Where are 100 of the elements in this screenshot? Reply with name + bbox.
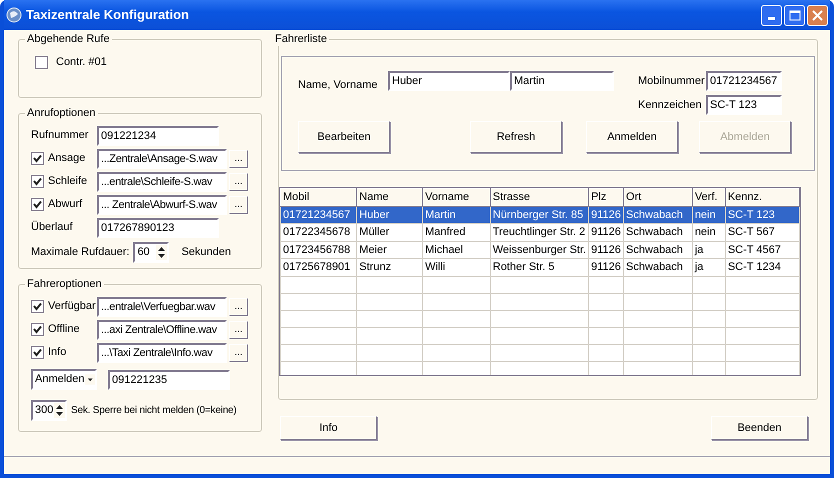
field-label: Überlauf	[31, 220, 74, 236]
table-cell: ja	[692, 241, 726, 258]
column-header[interactable]: Strasse	[490, 188, 589, 206]
table-cell: 91126	[588, 224, 624, 241]
table-cell: 91126	[588, 241, 624, 258]
caret-icon	[84, 372, 95, 387]
maximize-button[interactable]	[784, 4, 805, 26]
file-path-field[interactable]: ...entrale\Verfuegbar.wav	[97, 296, 227, 316]
checkbox[interactable]	[31, 198, 44, 211]
checkbox[interactable]	[31, 346, 44, 359]
input-field[interactable]: 091221234	[97, 126, 219, 146]
table-cell: 01721234567	[280, 206, 357, 224]
checkbox[interactable]	[31, 323, 44, 336]
table-cell: Schwabach	[624, 224, 692, 241]
field-label: Sek. Sperre bei nicht melden (0=keine)	[71, 404, 237, 418]
spin-field[interactable]: 300	[31, 400, 67, 421]
checkbox-label: Info	[48, 345, 66, 360]
footer-button[interactable]: Info	[280, 416, 377, 440]
check-icon	[33, 177, 42, 186]
checkbox[interactable]	[31, 300, 44, 313]
spin-field[interactable]: 60	[133, 242, 170, 263]
spin-arrows-icon	[54, 403, 65, 418]
checkbox-label: Verfügbar	[48, 299, 96, 314]
table-cell: 01723456788	[280, 241, 357, 258]
minimize-icon	[768, 17, 775, 20]
input-field[interactable]: SC-T 123	[706, 95, 782, 115]
checkbox[interactable]	[31, 152, 44, 165]
check-icon	[33, 302, 42, 311]
browse-button[interactable]: ...	[229, 344, 248, 362]
table-cell: Weissenburger Str.	[490, 241, 589, 258]
action-button[interactable]: Bearbeiten	[298, 121, 390, 153]
spin-arrows-icon	[156, 245, 168, 260]
column-header[interactable]: Mobil	[280, 188, 357, 206]
table-cell: 91126	[588, 206, 624, 224]
table-cell: Schwabach	[624, 241, 692, 258]
table-cell: Schwabach	[624, 258, 692, 276]
close-icon	[812, 10, 823, 20]
input-field[interactable]: 091221235	[108, 370, 230, 390]
column-header[interactable]: Ort	[624, 188, 692, 206]
close-button[interactable]	[807, 4, 828, 26]
table-row[interactable]: 01725678901 Strunz Willi Rother Str. 5 91126 Schwabach ja SC-T 1234	[280, 258, 800, 276]
column-header[interactable]: Name	[356, 188, 423, 206]
file-path-field[interactable]: ...axi Zentrale\Offline.wav	[97, 320, 227, 340]
file-path-field[interactable]: ...Zentrale\Ansage-S.wav	[97, 148, 227, 168]
table-cell: Meier	[356, 241, 423, 258]
file-path-field[interactable]: ... Zentrale\Abwurf-S.wav	[97, 194, 227, 214]
table-cell: Rother Str. 5	[490, 258, 589, 276]
browse-button[interactable]: ...	[229, 320, 248, 338]
field-label: Rufnummer	[31, 128, 90, 144]
checkbox-label: Schleife	[48, 174, 88, 190]
table-cell: Strunz	[356, 258, 423, 276]
input-field[interactable]: Huber	[388, 71, 510, 91]
table-cell: Müller	[356, 224, 423, 241]
browse-button[interactable]: ...	[229, 150, 248, 168]
unit-label: Sekunden	[181, 245, 231, 260]
column-header[interactable]: Kennz.	[725, 188, 800, 206]
browse-button[interactable]: ...	[229, 298, 248, 316]
check-icon	[33, 200, 42, 209]
table-cell: 01725678901	[280, 258, 357, 276]
table-cell: Martin	[422, 206, 490, 224]
window-title: Taxizentrale Konfiguration	[26, 6, 190, 24]
field-label: Name, Vorname	[298, 78, 378, 93]
checkbox-label: Contr. #01	[56, 55, 107, 70]
action-button[interactable]: Refresh	[470, 121, 562, 153]
column-header[interactable]: Plz	[588, 188, 624, 206]
table-cell: Huber	[356, 206, 423, 224]
column-header[interactable]: Vorname	[422, 188, 490, 206]
group-title: Anrufoptionen	[26, 107, 96, 120]
dropdown[interactable]: Anmelden	[31, 369, 97, 390]
input-field[interactable]: 01721234567	[706, 71, 782, 91]
table-cell: Treuchtlinger Str. 2	[490, 224, 589, 241]
table-cell: SC-T 123	[725, 206, 800, 224]
footer-button[interactable]: Beenden	[711, 416, 808, 440]
check-icon	[33, 325, 42, 334]
group-title: Fahrerliste	[274, 33, 328, 46]
checkbox[interactable]	[31, 175, 44, 188]
group-title: Fahreroptionen	[26, 278, 103, 291]
browse-button[interactable]: ...	[229, 196, 248, 214]
table-row[interactable]: 01721234567 Huber Martin Nürnberger Str. 85 91126 Schwabach nein SC-T 123	[280, 206, 800, 224]
table-row[interactable]: 01722345678 Müller Manfred Treuchtlinger Str. 2 91126 Schwabach nein SC-T 567	[280, 224, 800, 241]
table-cell: SC-T 1234	[725, 258, 800, 276]
file-path-field[interactable]: ...\Taxi Zentrale\Info.wav	[97, 342, 227, 362]
check-icon	[33, 154, 42, 163]
checkbox[interactable]	[35, 56, 48, 69]
input-field[interactable]: 017267890123	[97, 218, 219, 238]
column-header[interactable]: Verf.	[692, 188, 726, 206]
table-cell: nein	[692, 224, 726, 241]
checkbox-label: Ansage	[48, 151, 86, 166]
file-path-field[interactable]: ...entrale\Schleife-S.wav	[97, 172, 227, 192]
field-label: Maximale Rufdauer:	[31, 245, 130, 260]
minimize-button[interactable]	[761, 4, 782, 26]
browse-button[interactable]: ...	[229, 172, 248, 190]
checkbox-label: Offline	[48, 322, 80, 338]
table-cell: Nürnberger Str. 85	[490, 206, 589, 224]
app-icon	[6, 7, 22, 23]
action-button[interactable]: Anmelden	[586, 121, 678, 153]
input-field[interactable]: Martin	[510, 71, 614, 91]
table-row[interactable]: 01723456788 Meier Michael Weissenburger Str. 91126 Schwabach ja SC-T 4567	[280, 241, 800, 258]
table-cell: Schwabach	[624, 206, 692, 224]
group-title: Abgehende Rufe	[26, 33, 111, 46]
